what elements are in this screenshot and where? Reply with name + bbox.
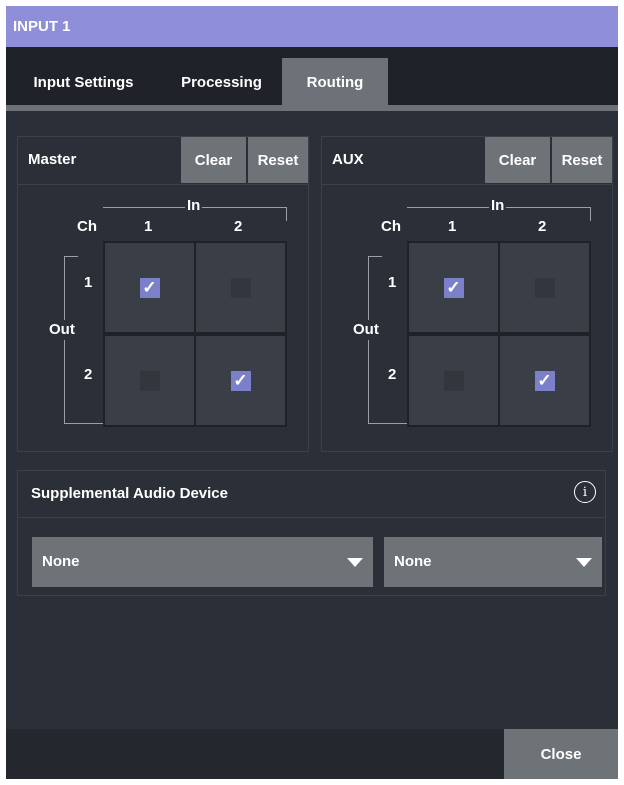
- aux-out-channel-1: 1: [388, 274, 397, 291]
- aux-route-out1-in1[interactable]: ✓: [409, 243, 498, 332]
- supplemental-title: Supplemental Audio Device: [31, 485, 228, 502]
- master-panel-header: Master Clear Reset: [18, 137, 308, 185]
- master-out-label: Out: [49, 320, 75, 340]
- master-route-out1-in1[interactable]: ✓: [105, 243, 194, 332]
- tab-underline: [6, 105, 618, 111]
- aux-in-channel-2: 2: [538, 218, 547, 235]
- checkbox-unchecked: [139, 370, 160, 391]
- aux-route-out1-in2[interactable]: [500, 243, 589, 332]
- dialog-footer: Close: [6, 729, 618, 779]
- supplemental-header: Supplemental Audio Device i: [18, 471, 605, 518]
- tab-label: Routing: [306, 74, 364, 91]
- master-routing-matrix: In Ch 1 2 Out 1 2 ✓ ✓: [18, 186, 308, 451]
- supplemental-audio-panel: Supplemental Audio Device i None None: [17, 470, 606, 596]
- master-routing-panel: Master Clear Reset In Ch 1 2 Out 1 2 ✓ ✓: [17, 136, 309, 452]
- checkbox-checked: ✓: [230, 370, 251, 391]
- master-routing-grid: ✓ ✓: [103, 241, 287, 427]
- master-route-out2-in2[interactable]: ✓: [196, 336, 285, 425]
- tab-label: Input Settings: [33, 74, 134, 91]
- checkbox-unchecked: [230, 277, 251, 298]
- supplemental-device-select-2[interactable]: None: [384, 537, 602, 587]
- chevron-down-icon: [347, 558, 363, 567]
- master-out-channel-1: 1: [84, 274, 93, 291]
- checkbox-checked: ✓: [534, 370, 555, 391]
- chevron-down-icon: [576, 558, 592, 567]
- master-ch-label: Ch: [77, 218, 97, 235]
- aux-routing-grid: ✓ ✓: [407, 241, 591, 427]
- checkbox-unchecked: [443, 370, 464, 391]
- tab-processing[interactable]: Processing: [161, 58, 282, 107]
- master-in-label: In: [185, 197, 203, 214]
- checkbox-unchecked: [534, 277, 555, 298]
- aux-panel-title: AUX: [332, 151, 364, 168]
- master-reset-button[interactable]: Reset: [248, 137, 308, 183]
- aux-panel-header: AUX Clear Reset: [322, 137, 612, 185]
- aux-out-label: Out: [353, 320, 379, 340]
- supplemental-device-select-1[interactable]: None: [32, 537, 373, 587]
- aux-in-channel-1: 1: [448, 218, 457, 235]
- window-title: INPUT 1: [6, 6, 618, 47]
- aux-route-out2-in2[interactable]: ✓: [500, 336, 589, 425]
- select-value: None: [394, 553, 432, 570]
- master-clear-button[interactable]: Clear: [181, 137, 246, 183]
- checkbox-checked: ✓: [139, 277, 160, 298]
- aux-routing-panel: AUX Clear Reset In Ch 1 2 Out 1 2 ✓ ✓: [321, 136, 613, 452]
- close-button[interactable]: Close: [504, 729, 618, 779]
- tab-routing[interactable]: Routing: [282, 58, 388, 107]
- tab-input-settings[interactable]: Input Settings: [6, 58, 161, 107]
- aux-ch-label: Ch: [381, 218, 401, 235]
- checkbox-checked: ✓: [443, 277, 464, 298]
- select-value: None: [42, 553, 80, 570]
- master-panel-title: Master: [28, 151, 77, 168]
- tab-label: Processing: [181, 74, 262, 91]
- info-icon[interactable]: i: [574, 481, 596, 503]
- master-in-channel-2: 2: [234, 218, 243, 235]
- master-in-channel-1: 1: [144, 218, 153, 235]
- master-out-channel-2: 2: [84, 366, 93, 383]
- aux-in-label: In: [489, 197, 507, 214]
- aux-reset-button[interactable]: Reset: [552, 137, 612, 183]
- aux-routing-matrix: In Ch 1 2 Out 1 2 ✓ ✓: [322, 186, 612, 451]
- input-settings-window: INPUT 1 Input Settings Processing Routin…: [6, 6, 618, 779]
- aux-out-channel-2: 2: [388, 366, 397, 383]
- tab-bar: Input Settings Processing Routing: [6, 47, 618, 107]
- master-route-out1-in2[interactable]: [196, 243, 285, 332]
- aux-clear-button[interactable]: Clear: [485, 137, 550, 183]
- master-route-out2-in1[interactable]: [105, 336, 194, 425]
- aux-route-out2-in1[interactable]: [409, 336, 498, 425]
